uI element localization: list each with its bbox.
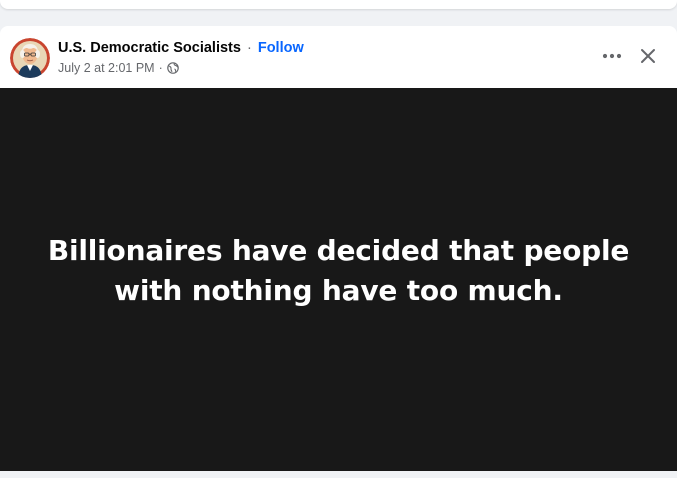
separator-dot: ·	[158, 61, 163, 75]
author-line: U.S. Democratic Socialists · Follow	[58, 39, 304, 57]
more-options-button[interactable]	[599, 40, 625, 72]
post-quote-text: Billionaires have decided that people wi…	[47, 233, 630, 307]
more-horizontal-icon	[602, 53, 622, 59]
separator-dot: ·	[246, 40, 252, 56]
post-media[interactable]: Billionaires have decided that people wi…	[0, 88, 677, 471]
follow-button[interactable]: Follow	[258, 40, 304, 56]
post-subline: July 2 at 2:01 PM ·	[58, 60, 304, 76]
page-avatar[interactable]	[10, 38, 50, 78]
previous-post-card	[0, 0, 677, 9]
close-button[interactable]	[635, 40, 661, 72]
globe-icon[interactable]	[166, 62, 179, 74]
post-card: U.S. Democratic Socialists · Follow July…	[0, 26, 677, 471]
post-meta: U.S. Democratic Socialists · Follow July…	[58, 39, 304, 76]
post-header: U.S. Democratic Socialists · Follow July…	[0, 26, 677, 88]
close-icon	[641, 49, 655, 63]
post-timestamp[interactable]: July 2 at 2:01 PM	[58, 60, 155, 76]
avatar-portrait-icon	[10, 38, 50, 78]
page-name-link[interactable]: U.S. Democratic Socialists	[58, 40, 241, 56]
